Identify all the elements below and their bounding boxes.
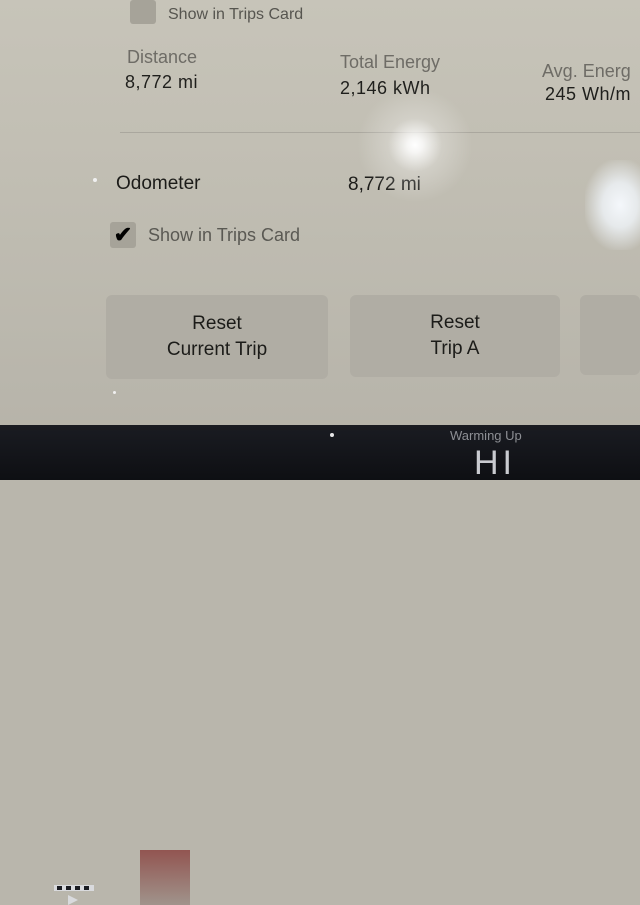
fan-level-display[interactable]: HI xyxy=(474,444,516,483)
media-icon[interactable] xyxy=(52,881,96,905)
reset-trip-b-button[interactable] xyxy=(580,295,640,375)
avg-energy-label: Avg. Energ xyxy=(542,61,631,81)
odometer-value: 8,772 mi xyxy=(348,174,421,195)
section-divider xyxy=(120,132,640,133)
top-show-in-trips-checkbox[interactable] xyxy=(130,0,156,24)
total-energy-value: 2,146 kWh xyxy=(340,78,431,98)
warming-up-label: Warming Up xyxy=(450,428,522,443)
top-show-in-trips-label: Show in Trips Card xyxy=(168,6,304,23)
dust-speck xyxy=(330,433,334,437)
distance-value: 8,772 mi xyxy=(125,72,199,92)
show-in-trips-label: Show in Trips Card xyxy=(148,224,301,245)
reflection xyxy=(140,850,190,905)
checkmark-icon: ✔ xyxy=(113,222,133,247)
avg-energy-value: 245 Wh/m xyxy=(545,84,632,104)
reset-trip-a-line2: Trip A xyxy=(430,338,480,359)
reset-current-trip-line2: Current Trip xyxy=(166,339,268,360)
reset-current-trip-button[interactable]: Reset Current Trip xyxy=(106,295,328,379)
top-show-in-trips-row: Show in Trips Card xyxy=(168,6,303,24)
distance-label: Distance xyxy=(127,47,198,67)
total-energy-label: Total Energy xyxy=(340,52,441,72)
dust-speck xyxy=(113,391,116,394)
show-in-trips-row[interactable]: ✔ Show in Trips Card xyxy=(110,222,300,248)
odometer-label: Odometer xyxy=(116,173,201,194)
settings-screen: Show in Trips Card Distance 8,772 mi Tot… xyxy=(0,0,640,425)
reset-trip-a-line1: Reset xyxy=(430,312,480,333)
light-glare-right xyxy=(585,160,640,250)
reset-current-trip-line1: Reset xyxy=(192,313,242,334)
reset-trip-a-button[interactable]: Reset Trip A xyxy=(350,295,560,377)
dust-speck xyxy=(93,178,97,182)
show-in-trips-checkbox[interactable]: ✔ xyxy=(110,222,136,248)
climate-status-bar xyxy=(0,425,640,905)
